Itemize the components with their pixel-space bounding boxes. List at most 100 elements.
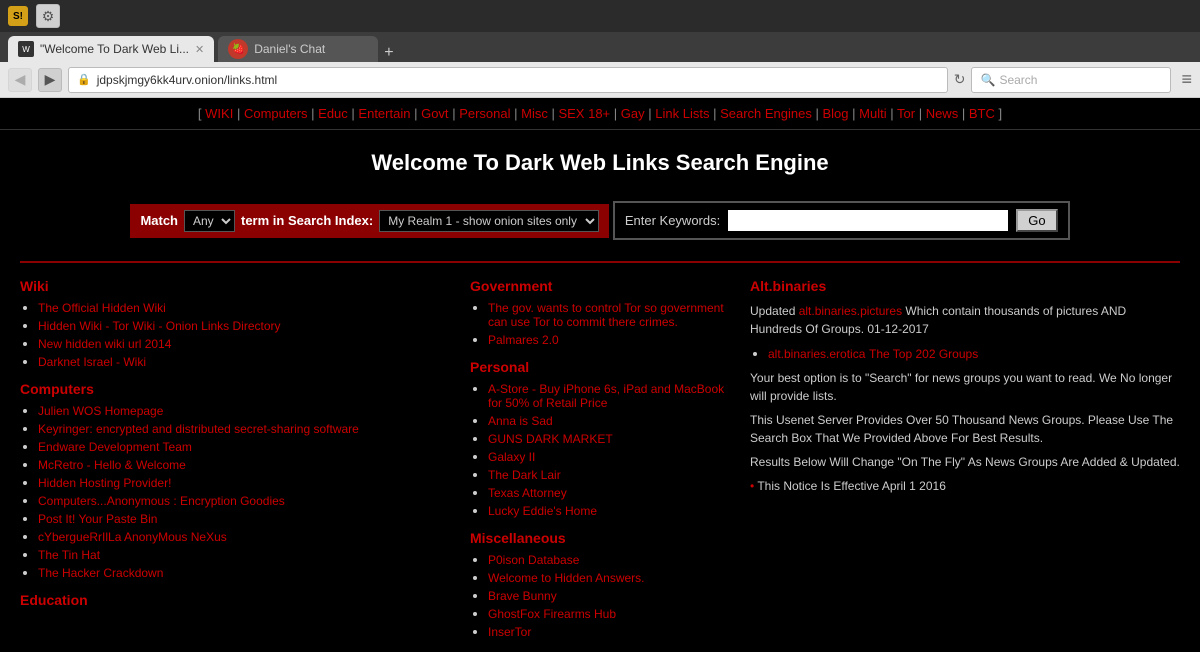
search-row-2: Enter Keywords: Go [613, 201, 1070, 240]
wiki-link-4[interactable]: Darknet Israel - Wiki [38, 355, 146, 369]
list-item: GhostFox Firearms Hub [488, 606, 730, 621]
misc-link-5[interactable]: InserTor [488, 625, 531, 639]
misc-link-2[interactable]: Welcome to Hidden Answers. [488, 571, 645, 585]
go-button[interactable]: Go [1016, 209, 1057, 232]
search-placeholder: Search [999, 73, 1037, 87]
computers-link-8[interactable]: cYbergueRrIlLa AnonyMous NeXus [38, 530, 227, 544]
match-label: Match [140, 213, 178, 228]
wiki-link-2[interactable]: Hidden Wiki - Tor Wiki - Onion Links Dir… [38, 319, 281, 333]
computers-section-title: Computers [20, 381, 470, 397]
nav-btc[interactable]: BTC [969, 106, 995, 121]
personal-link-5[interactable]: The Dark Lair [488, 468, 561, 482]
tab-active[interactable]: W "Welcome To Dark Web Li... ✕ [8, 36, 214, 62]
tab-inactive[interactable]: 🍓 Daniel's Chat [218, 36, 378, 62]
list-item: cYbergueRrIlLa AnonyMous NeXus [38, 529, 470, 544]
alt-binaries-update: Updated alt.binaries.pictures Which cont… [750, 302, 1180, 338]
browser-menu-button[interactable]: ≡ [1181, 69, 1192, 90]
personal-link-3[interactable]: GUNS DARK MARKET [488, 432, 613, 446]
keywords-label: Enter Keywords: [625, 213, 720, 228]
tab-label: "Welcome To Dark Web Li... [40, 42, 189, 56]
nav-sep-1: | [237, 106, 244, 121]
usenet-info-text: This Usenet Server Provides Over 50 Thou… [750, 411, 1180, 447]
alt-erotica-link[interactable]: alt.binaries.erotica [768, 347, 865, 361]
misc-link-3[interactable]: Brave Bunny [488, 589, 557, 603]
browser-search-bar[interactable]: 🔍 Search [971, 67, 1171, 93]
personal-link-4[interactable]: Galaxy II [488, 450, 535, 464]
nav-news[interactable]: News [926, 106, 959, 121]
nav-blog[interactable]: Blog [823, 106, 849, 121]
list-item: Hidden Hosting Provider! [38, 475, 470, 490]
nav-bar: ◀ ▶ 🔒 jdpskjmgy6kk4urv.onion/links.html … [0, 62, 1200, 98]
nav-sex[interactable]: SEX 18+ [558, 106, 610, 121]
refresh-button[interactable]: ↻ [954, 71, 966, 88]
settings-button[interactable]: ⚙ [36, 4, 60, 28]
nav-personal[interactable]: Personal [459, 106, 510, 121]
gov-link-2[interactable]: Palmares 2.0 [488, 333, 559, 347]
misc-link-1[interactable]: P0ison Database [488, 553, 579, 567]
nav-entertain[interactable]: Entertain [358, 106, 410, 121]
nav-govt[interactable]: Govt [421, 106, 448, 121]
computers-link-4[interactable]: McRetro - Hello & Welcome [38, 458, 186, 472]
middle-column: Government The gov. wants to control Tor… [470, 278, 730, 647]
government-section-title: Government [470, 278, 730, 294]
nav-tor[interactable]: Tor [897, 106, 915, 121]
results-text: Results Below Will Change "On The Fly" A… [750, 453, 1180, 471]
alt-pictures-link[interactable]: alt.binaries.pictures [799, 304, 902, 318]
nav-controls-left: ⚙ [36, 4, 60, 28]
computers-link-6[interactable]: Computers...Anonymous : Encryption Goodi… [38, 494, 285, 508]
keywords-input[interactable] [728, 210, 1008, 231]
misc-link-4[interactable]: GhostFox Firearms Hub [488, 607, 616, 621]
personal-links: A-Store - Buy iPhone 6s, iPad and MacBoo… [470, 381, 730, 518]
url-bar[interactable]: 🔒 jdpskjmgy6kk4urv.onion/links.html [68, 67, 948, 93]
new-tab-button[interactable]: + [384, 44, 393, 62]
back-button[interactable]: ◀ [8, 68, 32, 92]
list-item: Darknet Israel - Wiki [38, 354, 470, 369]
computers-link-5[interactable]: Hidden Hosting Provider! [38, 476, 171, 490]
list-item: Galaxy II [488, 449, 730, 464]
personal-link-6[interactable]: Texas Attorney [488, 486, 567, 500]
list-item: Texas Attorney [488, 485, 730, 500]
alt-binaries-title: Alt.binaries [750, 278, 1180, 294]
nav-sep-14: | [919, 106, 926, 121]
list-item: Lucky Eddie's Home [488, 503, 730, 518]
wiki-link-1[interactable]: The Official Hidden Wiki [38, 301, 166, 315]
nav-gay[interactable]: Gay [621, 106, 645, 121]
computers-link-10[interactable]: The Hacker Crackdown [38, 566, 163, 580]
nav-misc[interactable]: Misc [521, 106, 548, 121]
wiki-links: The Official Hidden Wiki Hidden Wiki - T… [20, 300, 470, 369]
nav-bracket-right: ] [998, 106, 1002, 121]
search-advice-text: Your best option is to "Search" for news… [750, 369, 1180, 405]
government-links: The gov. wants to control Tor so governm… [470, 300, 730, 347]
nav-computers[interactable]: Computers [244, 106, 308, 121]
tab-close-button[interactable]: ✕ [195, 43, 204, 56]
nav-search-engines[interactable]: Search Engines [720, 106, 812, 121]
forward-button[interactable]: ▶ [38, 68, 62, 92]
nav-link-lists[interactable]: Link Lists [655, 106, 709, 121]
right-column: Alt.binaries Updated alt.binaries.pictur… [730, 278, 1180, 647]
personal-link-1[interactable]: A-Store - Buy iPhone 6s, iPad and MacBoo… [488, 382, 730, 410]
list-item: The Official Hidden Wiki [38, 300, 470, 315]
computers-link-1[interactable]: Julien WOS Homepage [38, 404, 163, 418]
computers-link-7[interactable]: Post It! Your Paste Bin [38, 512, 157, 526]
personal-link-7[interactable]: Lucky Eddie's Home [488, 504, 597, 518]
computers-link-9[interactable]: The Tin Hat [38, 548, 100, 562]
list-item: The gov. wants to control Tor so governm… [488, 300, 730, 329]
misc-section-title: Miscellaneous [470, 530, 730, 546]
index-select[interactable]: My Realm 1 - show onion sites only My Re… [379, 210, 599, 232]
browser-window: S! ⚙ W "Welcome To Dark Web Li... ✕ 🍓 Da… [0, 0, 1200, 652]
wiki-link-3[interactable]: New hidden wiki url 2014 [38, 337, 171, 351]
nav-educ[interactable]: Educ [318, 106, 348, 121]
search-form: Match Any All term in Search Index: My R… [0, 201, 1200, 246]
notice-text: • This Notice Is Effective April 1 2016 [750, 477, 1180, 495]
page-header: Welcome To Dark Web Links Search Engine [0, 130, 1200, 191]
computers-link-2[interactable]: Keyringer: encrypted and distributed sec… [38, 422, 359, 436]
gov-link-1[interactable]: The gov. wants to control Tor so governm… [488, 301, 730, 329]
list-item: The Dark Lair [488, 467, 730, 482]
match-select[interactable]: Any All [184, 210, 235, 232]
nav-wiki[interactable]: WIKI [205, 106, 233, 121]
alt-erotica-list: alt.binaries.erotica The Top 202 Groups [750, 346, 1180, 361]
personal-link-2[interactable]: Anna is Sad [488, 414, 553, 428]
nav-multi[interactable]: Multi [859, 106, 886, 121]
computers-link-3[interactable]: Endware Development Team [38, 440, 192, 454]
list-item: Julien WOS Homepage [38, 403, 470, 418]
